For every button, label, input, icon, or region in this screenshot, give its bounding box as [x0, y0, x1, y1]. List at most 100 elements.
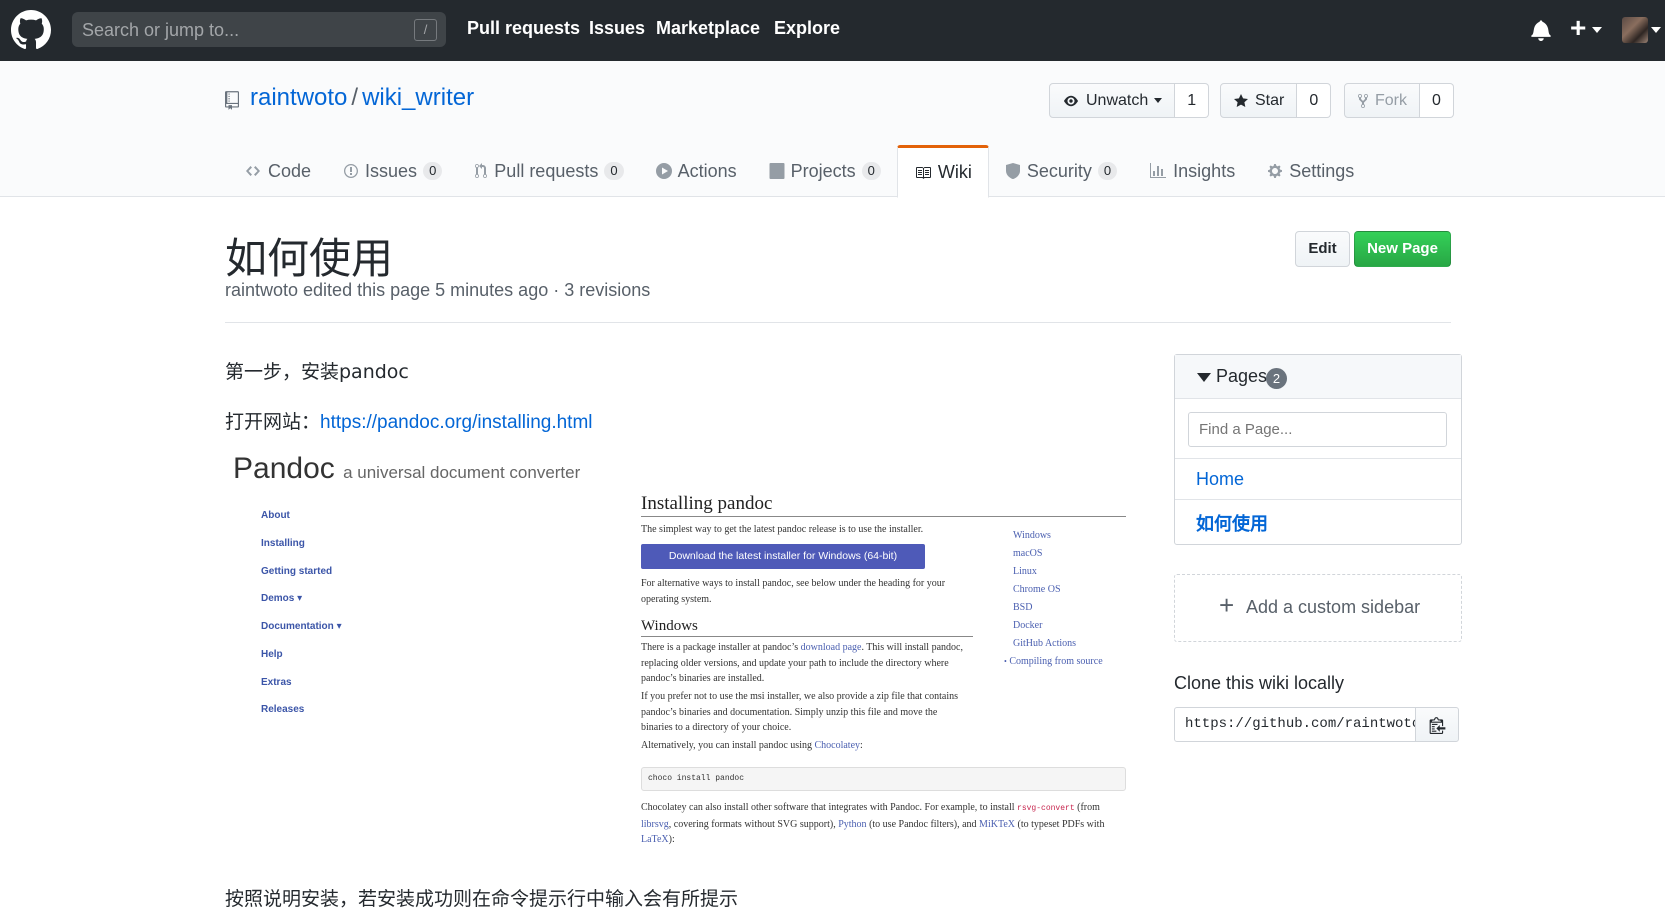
pandoc-brand: Pandoc a universal document converter: [233, 452, 580, 486]
pandoc-text: There is a package installer at pandoc’s: [641, 642, 801, 653]
pandoc-brand-name: Pandoc: [233, 452, 335, 485]
watch-count[interactable]: 1: [1175, 83, 1210, 118]
dropdown-caret-icon: ▾: [336, 621, 342, 632]
nav-pull-requests[interactable]: Pull requests: [467, 18, 580, 39]
pandoc-inline-code: rsvg-convert: [1017, 804, 1075, 813]
graph-icon: [1150, 163, 1167, 178]
star-count[interactable]: 0: [1297, 83, 1332, 118]
edit-button[interactable]: Edit: [1295, 231, 1350, 267]
tab-settings[interactable]: Settings: [1251, 145, 1370, 197]
fork-button[interactable]: Fork: [1344, 83, 1420, 118]
repo-title: raintwoto / wiki_writer: [250, 84, 474, 112]
pandoc-chocolatey-link: Chocolatey: [814, 740, 861, 751]
clone-url-field[interactable]: https://github.com/raintwoto/wiki_writer…: [1174, 707, 1416, 742]
tab-security[interactable]: Security 0: [989, 145, 1133, 197]
copy-clipboard-button[interactable]: [1415, 707, 1459, 742]
windows-rule: [641, 636, 973, 637]
nav-explore[interactable]: Explore: [774, 18, 840, 39]
search-shortcut-key: /: [414, 19, 437, 41]
shield-icon: [1005, 163, 1020, 179]
tab-settings-label: Settings: [1289, 160, 1355, 181]
pandoc-text: (to use Pandoc filters), and: [866, 818, 980, 830]
plus-icon: +: [1219, 590, 1235, 620]
tab-insights[interactable]: Insights: [1133, 145, 1251, 197]
github-logo-icon[interactable]: [11, 10, 51, 50]
tab-actions-label: Actions: [677, 160, 737, 181]
pages-toggle[interactable]: Pages 2: [1175, 355, 1461, 399]
page-meta[interactable]: raintwoto edited this page 5 minutes ago…: [225, 280, 650, 301]
pandoc-text: ):: [668, 834, 675, 845]
pandoc-miktex-link: MiKTeX: [979, 818, 1016, 830]
unwatch-label: Unwatch: [1086, 91, 1149, 109]
star-icon: [1234, 93, 1248, 107]
pandoc-install-link[interactable]: https://pandoc.org/installing.html: [320, 412, 593, 433]
fork-group: Fork 0: [1344, 83, 1454, 118]
pandoc-latex-link: LaTeX: [641, 834, 669, 845]
search-input[interactable]: Search or jump to... /: [72, 12, 446, 47]
nav-issues[interactable]: Issues: [589, 18, 645, 39]
repo-icon: [225, 91, 239, 110]
eye-icon: [1064, 95, 1078, 106]
step1-paragraph: 第一步，安装pandoc: [225, 361, 409, 383]
project-icon: [769, 163, 785, 179]
watch-group: Unwatch 1: [1049, 83, 1210, 118]
user-avatar[interactable]: [1622, 17, 1648, 43]
pandoc-download-button: Download the latest installer for Window…: [641, 544, 925, 569]
pandoc-toc-item: BSD: [1013, 602, 1033, 613]
pandoc-nav-item: Installing: [261, 538, 305, 549]
pandoc-intro: The simplest way to get the latest pando…: [641, 524, 924, 535]
user-menu-caret-icon[interactable]: [1651, 27, 1661, 33]
page-link-current[interactable]: 如何使用: [1175, 499, 1461, 540]
pandoc-nav-item: Releases: [261, 704, 305, 715]
notifications-bell-icon[interactable]: [1531, 19, 1551, 41]
tab-wiki[interactable]: Wiki: [896, 145, 989, 198]
repo-name-link[interactable]: wiki_writer: [362, 84, 474, 111]
create-new-caret-icon[interactable]: [1592, 27, 1602, 33]
heading-rule: [641, 516, 1126, 517]
tab-actions[interactable]: Actions: [640, 145, 753, 197]
tab-issues[interactable]: Issues 0: [327, 145, 458, 197]
pages-label: Pages: [1216, 366, 1268, 386]
pandoc-text: , covering formats without SVG support),: [668, 818, 839, 830]
page-title: 如何使用: [225, 234, 394, 283]
nav-marketplace[interactable]: Marketplace: [656, 18, 760, 39]
code-icon: [246, 166, 260, 176]
tab-code[interactable]: Code: [228, 145, 327, 197]
pandoc-heading: Installing pandoc: [641, 493, 773, 514]
pandoc-toc-item: Docker: [1013, 620, 1043, 631]
pandoc-windows-p2: If you prefer not to use the msi install…: [641, 691, 959, 733]
pandoc-nav-item: Demos ▾: [261, 593, 302, 604]
unwatch-button[interactable]: Unwatch: [1049, 83, 1176, 118]
git-pull-request-icon: [475, 163, 488, 178]
pandoc-nav-item-label: Demos: [261, 593, 295, 604]
fork-count[interactable]: 0: [1420, 83, 1454, 118]
create-new-plus-icon[interactable]: +: [1570, 14, 1586, 42]
pages-count-badge: 2: [1266, 368, 1287, 389]
pandoc-toc-item: Linux: [1013, 566, 1037, 577]
repo-header: raintwoto / wiki_writer Unwatch 1 Star 0 F…: [0, 61, 1665, 198]
new-page-button[interactable]: New Page: [1354, 231, 1451, 267]
issue-opened-icon: [344, 164, 359, 178]
tab-insights-label: Insights: [1173, 160, 1236, 181]
tab-pull-requests[interactable]: Pull requests 0: [458, 145, 639, 197]
pandoc-nav-item-label: Documentation: [261, 621, 334, 632]
tab-security-count: 0: [1097, 162, 1118, 180]
tab-pull-requests-count: 0: [604, 162, 624, 180]
star-button[interactable]: Star: [1220, 83, 1298, 118]
repo-owner-link[interactable]: raintwoto: [250, 84, 347, 111]
pandoc-nav-item: About: [261, 510, 290, 521]
tab-code-label: Code: [268, 160, 312, 181]
play-icon: [655, 163, 672, 179]
clipboard-icon: [1429, 717, 1446, 734]
page-link-label: Home: [1196, 469, 1245, 489]
add-custom-sidebar-button[interactable]: + Add a custom sidebar: [1174, 574, 1462, 642]
pandoc-text: :: [860, 740, 863, 751]
tab-issues-label: Issues: [365, 160, 418, 181]
pandoc-nav-item: Documentation ▾: [261, 621, 342, 632]
open-site-prefix: 打开网站：: [225, 411, 321, 433]
find-page-input[interactable]: [1188, 412, 1447, 447]
tab-projects[interactable]: Projects 0: [753, 145, 897, 197]
pandoc-windows-p3: Alternatively, you can install pandoc us…: [641, 738, 1126, 754]
page-link-home[interactable]: Home: [1175, 458, 1461, 499]
global-header: Search or jump to... / Pull requests Iss…: [0, 0, 1665, 61]
